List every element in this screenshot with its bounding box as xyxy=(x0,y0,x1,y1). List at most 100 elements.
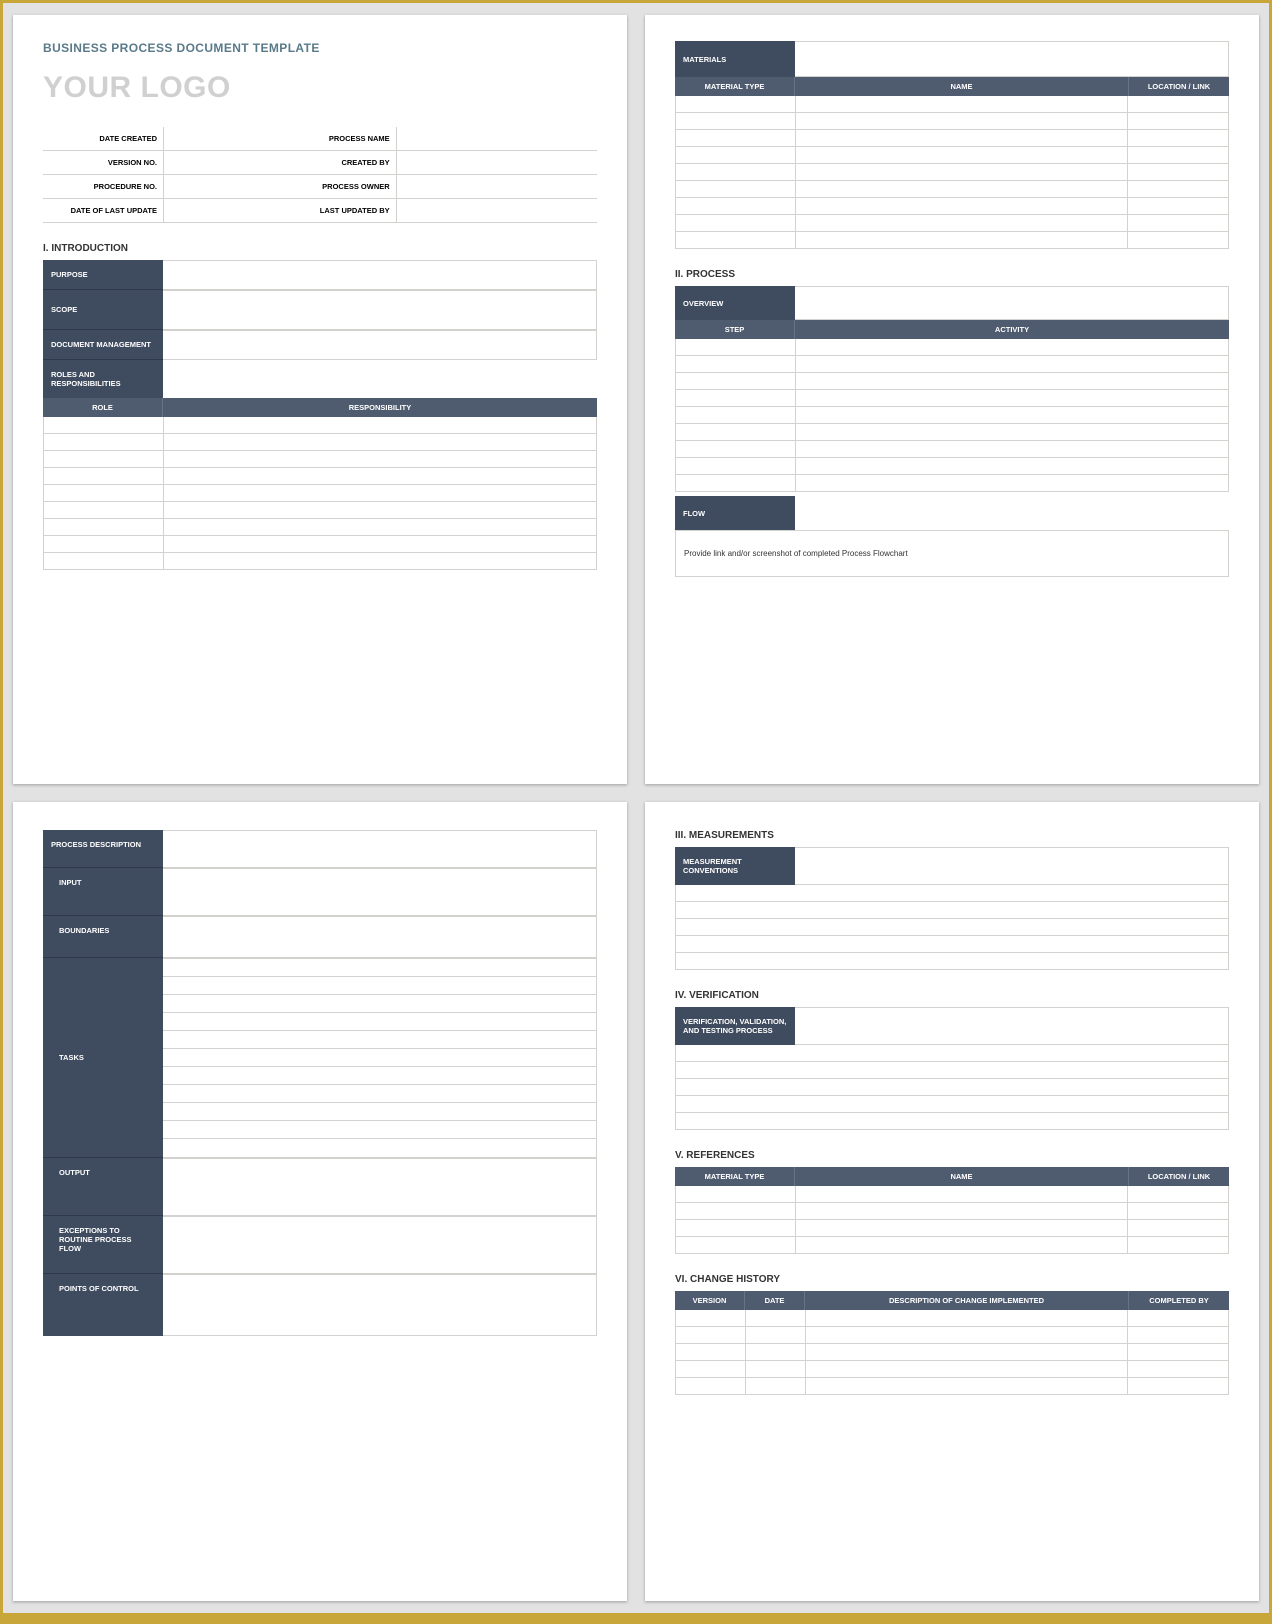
col-role: ROLE xyxy=(43,398,163,417)
table-row[interactable] xyxy=(676,1220,1228,1237)
table-row[interactable] xyxy=(676,1327,1228,1344)
flow-note: Provide link and/or screenshot of comple… xyxy=(676,531,1228,576)
table-row[interactable] xyxy=(676,96,1228,113)
table-row[interactable] xyxy=(676,339,1228,356)
label-exceptions: EXCEPTIONS TO ROUTINE PROCESS FLOW xyxy=(43,1216,163,1274)
table-row[interactable] xyxy=(676,936,1228,953)
table-row[interactable] xyxy=(676,1062,1228,1079)
table-row[interactable] xyxy=(163,1049,596,1067)
logo-placeholder: YOUR LOGO xyxy=(43,71,597,105)
meta-value[interactable] xyxy=(163,199,276,222)
flow-note-box: Provide link and/or screenshot of comple… xyxy=(675,530,1229,577)
table-row[interactable] xyxy=(163,1103,596,1121)
table-row[interactable] xyxy=(163,1031,596,1049)
field-overview[interactable] xyxy=(795,286,1229,320)
table-row[interactable] xyxy=(676,441,1228,458)
col-material-type: MATERIAL TYPE xyxy=(675,1167,795,1186)
page-3: PROCESS DESCRIPTION INPUT BOUNDARIES TAS… xyxy=(13,802,627,1602)
section-title-process: II. PROCESS xyxy=(675,269,1229,280)
table-row[interactable] xyxy=(676,475,1228,492)
meta-value[interactable] xyxy=(163,127,276,150)
table-row[interactable] xyxy=(676,424,1228,441)
table-row[interactable] xyxy=(676,953,1228,970)
table-row[interactable] xyxy=(676,1378,1228,1395)
col-activity: ACTIVITY xyxy=(795,320,1229,339)
table-row[interactable] xyxy=(676,356,1228,373)
table-row[interactable] xyxy=(44,536,596,553)
table-row[interactable] xyxy=(676,1045,1228,1062)
materials-rows xyxy=(675,96,1229,249)
field-doc-mgmt[interactable] xyxy=(163,330,597,360)
table-row[interactable] xyxy=(163,1013,596,1031)
table-row[interactable] xyxy=(676,1113,1228,1130)
table-row[interactable] xyxy=(676,198,1228,215)
table-row[interactable] xyxy=(163,1067,596,1085)
section-title-intro: I. INTRODUCTION xyxy=(43,243,597,254)
table-row[interactable] xyxy=(676,1344,1228,1361)
table-row[interactable] xyxy=(44,434,596,451)
table-row[interactable] xyxy=(676,1203,1228,1220)
table-row[interactable] xyxy=(676,1237,1228,1254)
meta-label: PROCESS OWNER xyxy=(276,175,396,198)
page-2: MATERIALS MATERIAL TYPE NAME LOCATION / … xyxy=(645,15,1259,784)
table-row[interactable] xyxy=(44,417,596,434)
table-row[interactable] xyxy=(44,485,596,502)
label-purpose: PURPOSE xyxy=(43,260,163,290)
meta-label: PROCEDURE NO. xyxy=(43,175,163,198)
table-row[interactable] xyxy=(676,902,1228,919)
table-row[interactable] xyxy=(44,519,596,536)
label-boundaries: BOUNDARIES xyxy=(43,916,163,958)
meta-value[interactable] xyxy=(396,127,597,150)
col-material-type: MATERIAL TYPE xyxy=(675,77,795,96)
meta-label: LAST UPDATED BY xyxy=(276,199,396,222)
table-row[interactable] xyxy=(676,458,1228,475)
field-purpose[interactable] xyxy=(163,260,597,290)
table-row[interactable] xyxy=(44,468,596,485)
table-row[interactable] xyxy=(676,1079,1228,1096)
meta-block: DATE CREATED PROCESS NAME VERSION NO. CR… xyxy=(43,127,597,223)
table-row[interactable] xyxy=(676,232,1228,249)
section-title-references: V. REFERENCES xyxy=(675,1150,1229,1161)
table-row[interactable] xyxy=(163,995,596,1013)
table-row[interactable] xyxy=(676,1310,1228,1327)
table-row[interactable] xyxy=(676,181,1228,198)
table-row[interactable] xyxy=(163,977,596,995)
meta-value[interactable] xyxy=(163,175,276,198)
table-row[interactable] xyxy=(163,1085,596,1103)
table-row[interactable] xyxy=(676,215,1228,232)
table-row[interactable] xyxy=(163,1139,596,1157)
table-row[interactable] xyxy=(676,885,1228,902)
field-scope[interactable] xyxy=(163,290,597,330)
label-tasks: TASKS xyxy=(43,958,163,1158)
meta-value[interactable] xyxy=(396,175,597,198)
table-row[interactable] xyxy=(676,147,1228,164)
col-name: NAME xyxy=(795,1167,1129,1186)
table-row[interactable] xyxy=(163,959,596,977)
meta-label: CREATED BY xyxy=(276,151,396,174)
meta-label: PROCESS NAME xyxy=(276,127,396,150)
meta-value[interactable] xyxy=(396,151,597,174)
table-row[interactable] xyxy=(676,390,1228,407)
label-output: OUTPUT xyxy=(43,1158,163,1216)
col-responsibility: RESPONSIBILITY xyxy=(163,398,597,417)
table-row[interactable] xyxy=(163,1121,596,1139)
table-row[interactable] xyxy=(676,919,1228,936)
table-row[interactable] xyxy=(44,553,596,570)
table-row[interactable] xyxy=(676,1096,1228,1113)
section-title-verification: IV. VERIFICATION xyxy=(675,990,1229,1001)
table-row[interactable] xyxy=(676,373,1228,390)
label-materials: MATERIALS xyxy=(675,41,795,77)
table-row[interactable] xyxy=(676,407,1228,424)
meta-value[interactable] xyxy=(163,151,276,174)
table-row[interactable] xyxy=(44,502,596,519)
table-row[interactable] xyxy=(676,1186,1228,1203)
table-row[interactable] xyxy=(676,130,1228,147)
table-row[interactable] xyxy=(44,451,596,468)
label-measurement-conventions: MEASUREMENT CONVENTIONS xyxy=(675,847,795,885)
meta-value[interactable] xyxy=(396,199,597,222)
table-row[interactable] xyxy=(676,164,1228,181)
table-row[interactable] xyxy=(676,1361,1228,1378)
col-date: DATE xyxy=(745,1291,805,1310)
tasks-rows xyxy=(163,958,597,1158)
table-row[interactable] xyxy=(676,113,1228,130)
